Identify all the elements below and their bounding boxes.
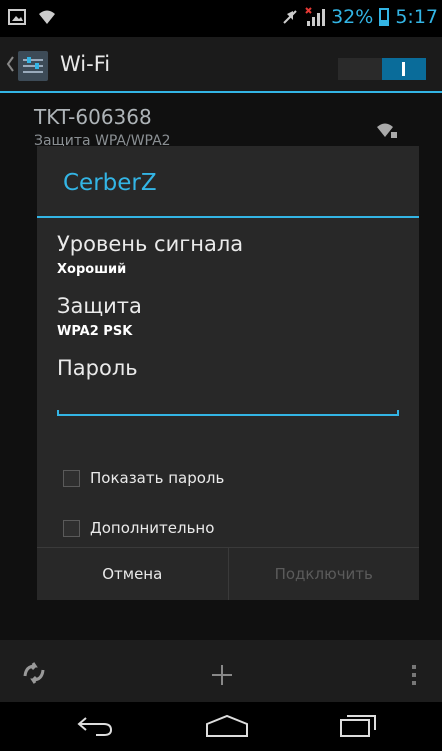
bottom-toolbar [0,640,442,702]
password-input[interactable] [57,382,399,418]
scan-icon[interactable] [22,662,46,684]
wifi-lock-icon [377,123,397,138]
dialog-title: CerberZ [63,170,157,196]
signal-strength-value: Хороший [57,262,127,277]
settings-app-icon[interactable] [18,51,48,81]
security-label: Защита [57,294,142,318]
overflow-menu-icon[interactable] [411,664,417,686]
show-password-checkbox[interactable] [63,469,80,487]
signal-icon [305,7,326,26]
wifi-toggle[interactable] [338,58,426,80]
navigation-bar [0,702,442,751]
network-name: TKT-606368 [34,105,152,129]
security-value: WPA2 PSK [57,324,133,339]
wifi-question-icon [39,10,55,24]
mute-icon [283,10,297,24]
home-icon[interactable] [204,714,250,738]
back-icon[interactable] [76,714,114,738]
up-caret-icon[interactable] [6,55,15,73]
battery-icon [379,8,390,26]
screenshot-icon [8,9,26,25]
connect-button[interactable]: Подключить [229,548,420,600]
toggle-thumb [382,58,426,80]
show-password-label: Показать пароль [90,469,225,487]
add-network-icon[interactable] [211,664,233,686]
clock: 5:17 [395,6,438,28]
dialog-title-divider [37,216,419,218]
password-label: Пароль [57,356,138,380]
battery-percent: 32% [331,6,374,28]
password-underline [57,410,399,416]
show-password-row[interactable]: Показать пароль [63,469,224,487]
status-bar: 32% 5:17 [0,0,442,37]
advanced-row[interactable]: Дополнительно [63,519,214,537]
advanced-label: Дополнительно [90,519,215,537]
dialog-buttons: Отмена Подключить [37,547,419,600]
network-row[interactable]: TKT-606368 Защита WPA/WPA2 [0,93,442,151]
toggle-on-mark [402,62,405,76]
cancel-button[interactable]: Отмена [37,548,229,600]
signal-strength-label: Уровень сигнала [57,232,244,256]
advanced-checkbox[interactable] [63,519,80,537]
action-bar: Wi-Fi [0,37,442,93]
recent-apps-icon[interactable] [339,712,379,738]
page-title: Wi-Fi [60,52,111,76]
wifi-connect-dialog: CerberZ Уровень сигнала Хороший Защита W… [37,146,419,600]
